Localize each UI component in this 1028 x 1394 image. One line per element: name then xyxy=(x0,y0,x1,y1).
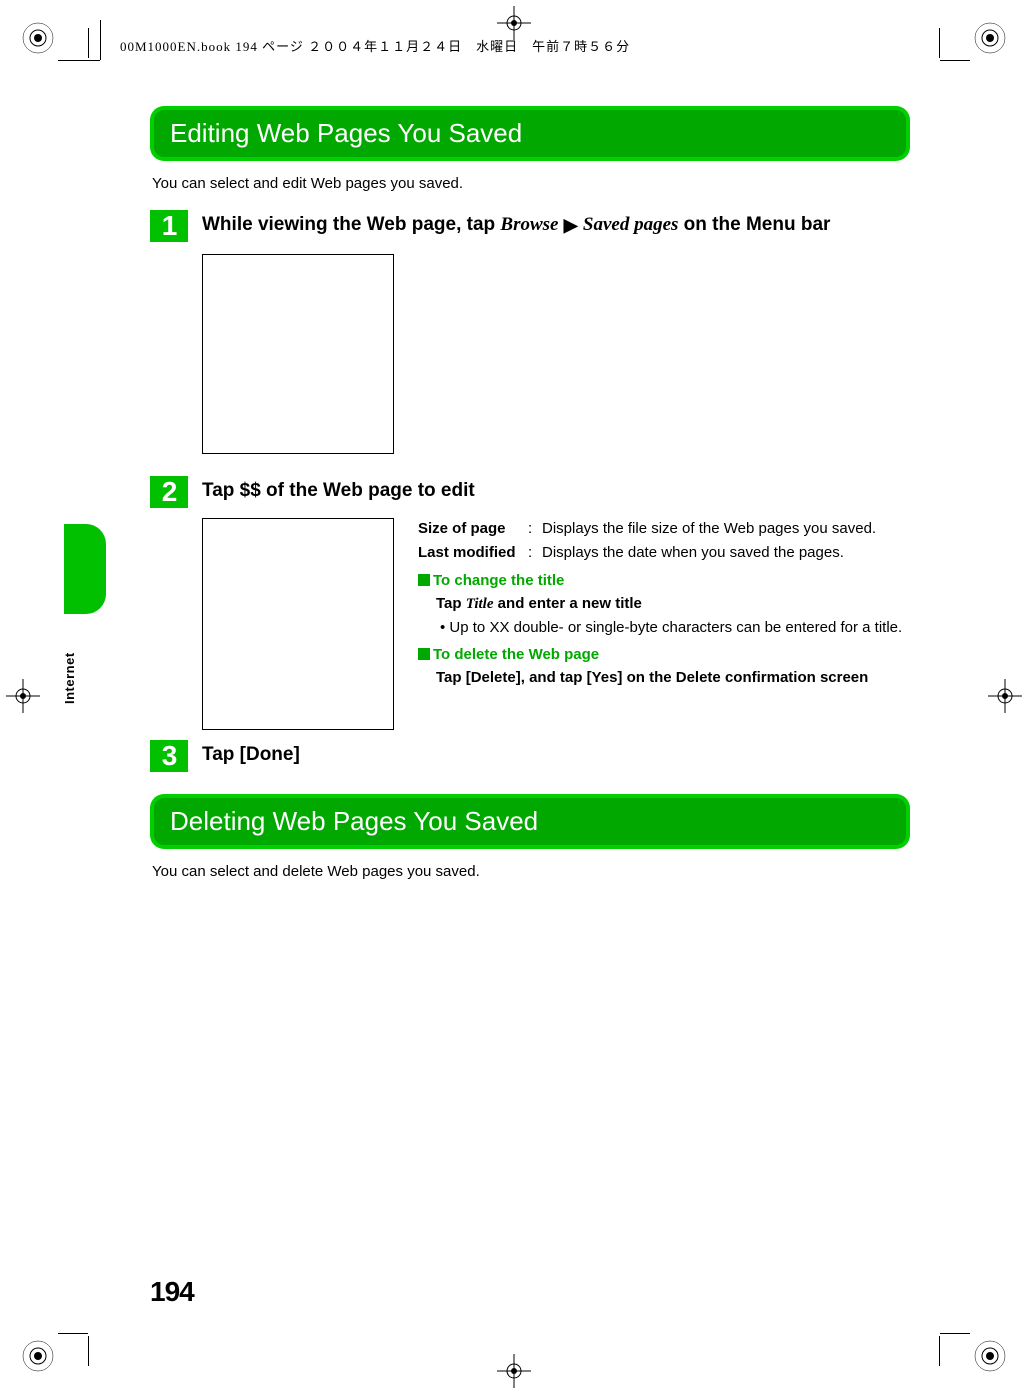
square-bullet-icon xyxy=(418,648,430,660)
sub-heading-delete-page: To delete the Web page xyxy=(418,644,910,666)
step-3: 3 Tap [Done] xyxy=(150,740,910,772)
step-2: 2 Tap $$ of the Web page to edit xyxy=(150,476,910,508)
def-label-last-modified: Last modified xyxy=(418,542,528,564)
step-number-badge: 3 xyxy=(150,740,188,772)
step-1-title: While viewing the Web page, tap Browse ▶… xyxy=(202,212,910,239)
definition-list: Size of page : Displays the file size of… xyxy=(418,518,910,730)
section-intro: You can select and delete Web pages you … xyxy=(152,863,910,880)
section-heading-text: Deleting Web Pages You Saved xyxy=(154,798,906,845)
bullet-note: Up to XX double- or single-byte characte… xyxy=(452,618,910,638)
crop-mark-icon xyxy=(497,6,531,40)
section-heading-editing: Editing Web Pages You Saved xyxy=(150,106,910,161)
crop-line xyxy=(58,1333,88,1334)
section-intro: You can select and edit Web pages you sa… xyxy=(152,175,910,192)
square-bullet-icon xyxy=(418,574,430,586)
def-value-size: Displays the file size of the Web pages … xyxy=(542,518,910,540)
step-2-columns: Size of page : Displays the file size of… xyxy=(202,518,910,730)
crop-mark-icon xyxy=(970,18,1010,58)
def-value-last-modified: Displays the date when you saved the pag… xyxy=(542,542,910,564)
crop-mark-icon xyxy=(988,679,1022,713)
crop-mark-icon xyxy=(6,679,40,713)
crop-line xyxy=(940,60,970,61)
page-content: Editing Web Pages You Saved You can sele… xyxy=(150,100,910,898)
step-number-badge: 1 xyxy=(150,210,188,242)
crop-mark-icon xyxy=(970,1336,1010,1376)
screenshot-placeholder xyxy=(202,518,394,730)
instruction-delete-page: Tap [Delete], and tap [Yes] on the Delet… xyxy=(436,668,910,688)
sub-heading-change-title: To change the title xyxy=(418,570,910,592)
page-number: 194 xyxy=(150,1276,194,1308)
crop-line xyxy=(88,1336,89,1366)
step-2-title: Tap $$ of the Web page to edit xyxy=(202,478,910,505)
crop-mark-icon xyxy=(18,18,58,58)
def-label-size: Size of page xyxy=(418,518,528,540)
section-thumb-tab-label: Internet xyxy=(62,624,77,704)
crop-line xyxy=(88,28,89,58)
crop-mark-icon xyxy=(497,1354,531,1388)
section-heading-deleting: Deleting Web Pages You Saved xyxy=(150,794,910,849)
crop-line xyxy=(939,28,940,58)
crop-line xyxy=(58,60,88,61)
crop-line xyxy=(940,1333,970,1334)
section-thumb-tab xyxy=(64,524,106,614)
step-3-title: Tap [Done] xyxy=(202,742,910,769)
instruction-change-title: Tap Title and enter a new title xyxy=(436,593,910,616)
section-heading-text: Editing Web Pages You Saved xyxy=(154,110,906,157)
step-1: 1 While viewing the Web page, tap Browse… xyxy=(150,210,910,242)
crop-mark-icon xyxy=(18,1336,58,1376)
crop-line xyxy=(939,1336,940,1366)
step-number-badge: 2 xyxy=(150,476,188,508)
crop-line xyxy=(100,20,101,60)
arrow-right-icon: ▶ xyxy=(564,213,578,238)
screenshot-placeholder xyxy=(202,254,394,454)
running-header: 00M1000EN.book 194 ページ ２００４年１１月２４日 水曜日 午… xyxy=(120,36,630,55)
